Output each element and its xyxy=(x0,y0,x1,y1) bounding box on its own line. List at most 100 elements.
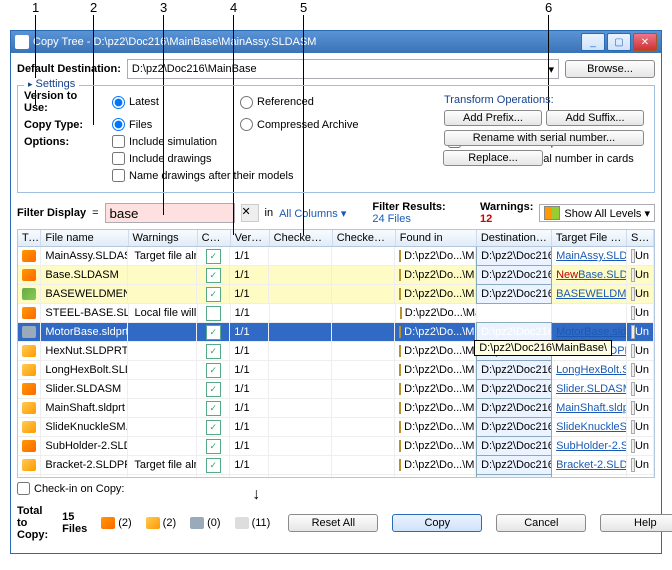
table-row[interactable]: MainAssy.SLDASMTarget file alre...✓1/1D:… xyxy=(18,247,654,266)
target-name-cell[interactable]: SubHolder-2.SLD... xyxy=(552,437,627,455)
table-row[interactable]: Base.SLDASM✓1/1D:\pz2\Do...\MainBaseD:\p… xyxy=(18,266,654,285)
table-row[interactable]: SlideKnuckleSM.sldprt✓1/1D:\pz2\Do...\Ma… xyxy=(18,418,654,437)
browse-button[interactable]: Browse... xyxy=(565,60,655,78)
radio-compressed[interactable]: Compressed Archive xyxy=(240,118,440,131)
state-icon xyxy=(631,344,635,358)
dest-path-cell[interactable]: D:\pz2\Doc216\Main... xyxy=(476,417,552,437)
table-row[interactable]: BASEWELDMENT.SL...✓1/1D:\pz2\Do...\MainB… xyxy=(18,285,654,304)
dest-path-cell[interactable] xyxy=(477,304,552,322)
chk-drawings[interactable]: Include drawings xyxy=(112,152,232,165)
minimize-button[interactable]: _ xyxy=(581,33,605,51)
rename-serial-button[interactable]: Rename with serial number... xyxy=(444,130,644,146)
target-name-cell[interactable]: MotorBase.sldprt xyxy=(552,323,627,341)
target-name-cell[interactable]: Slider.SLDASM xyxy=(552,380,627,398)
maximize-button[interactable]: ▢ xyxy=(607,33,631,51)
copy-checkbox[interactable]: ✓ xyxy=(206,382,221,397)
chk-namedrawings[interactable]: Name drawings after their models xyxy=(112,169,440,182)
dest-input[interactable]: D:\pz2\Doc216\MainBase▾ xyxy=(127,59,559,79)
folder-icon xyxy=(399,250,401,262)
warnings-count: 12 xyxy=(480,213,492,225)
copy-checkbox[interactable]: ✓ xyxy=(206,477,221,478)
table-row[interactable]: Bracket-2.SLDPRTTarget file alre...✓1/1D… xyxy=(18,456,654,475)
dest-path-cell[interactable]: D:\pz2\Doc216\Main... xyxy=(476,455,552,475)
table-row[interactable]: STEEL-BASE.SLDASMLocal file will ...1/1D… xyxy=(18,304,654,323)
titlebar: Copy Tree - D:\pz2\Doc216\MainBase\MainA… xyxy=(11,31,661,53)
dest-path-cell[interactable]: D:\pz2\Doc216\Main... xyxy=(476,247,552,266)
folder-icon xyxy=(399,345,401,357)
dest-path-cell[interactable]: D:\pz2\Doc216\Main... xyxy=(476,398,552,418)
copy-checkbox[interactable]: ✓ xyxy=(206,363,221,378)
radio-latest[interactable]: Latest xyxy=(112,96,232,109)
target-name-cell[interactable]: LongHexBolt.SLD... xyxy=(552,361,627,379)
state-icon xyxy=(631,287,635,301)
dest-path-cell[interactable]: D:\pz2\Doc216\Main... xyxy=(476,474,552,477)
table-row[interactable]: Slider.SLDASM✓1/1D:\pz2\Do...\MainBaseD:… xyxy=(18,380,654,399)
app-icon xyxy=(15,35,29,49)
dest-path-cell[interactable]: D:\pz2\Doc216\Main... xyxy=(476,322,552,342)
state-icon xyxy=(631,306,635,320)
state-icon xyxy=(631,458,635,472)
filter-input[interactable] xyxy=(105,203,235,223)
chk-simulation[interactable]: Include simulation xyxy=(112,135,232,148)
copy-checkbox[interactable]: ✓ xyxy=(206,268,221,283)
dest-path-cell[interactable]: D:\pz2\Doc216\Main... xyxy=(476,360,552,380)
file-type-icon xyxy=(22,383,36,395)
close-button[interactable]: ✕ xyxy=(633,33,657,51)
state-icon xyxy=(631,363,635,377)
target-name-cell[interactable]: MainShaft.sldprt xyxy=(552,399,627,417)
copy-checkbox[interactable]: ✓ xyxy=(206,344,221,359)
target-name-cell[interactable]: NewBase.SLDASM xyxy=(552,266,627,284)
reset-button[interactable]: Reset All xyxy=(288,514,378,532)
copy-checkbox[interactable]: ✓ xyxy=(206,458,221,473)
radio-referenced[interactable]: Referenced xyxy=(240,96,440,109)
filter-display-label: Filter Display xyxy=(17,207,86,219)
filter-results-link[interactable]: 24 Files xyxy=(372,213,411,225)
file-type-icon xyxy=(22,250,36,262)
dest-path-cell[interactable]: D:\pz2\Doc216\Main xyxy=(476,284,552,304)
table-row[interactable]: Bracket.SLDPRTTarget file alre...✓1/1D:\… xyxy=(18,475,654,477)
callout-1: 1 xyxy=(32,0,39,15)
dest-path-cell[interactable]: D:\pz2\Doc216\Main... xyxy=(476,379,552,399)
path-tooltip: D:\pz2\Doc216\MainBase\ xyxy=(474,340,612,356)
add-prefix-button[interactable]: Add Prefix... xyxy=(444,110,542,126)
target-name-cell[interactable]: Bracket-2.SLDPRT xyxy=(552,456,627,474)
add-suffix-button[interactable]: Add Suffix... xyxy=(546,110,644,126)
dest-path-cell[interactable]: D:\pz2\Doc216\Main... xyxy=(476,265,552,285)
copy-checkbox[interactable]: ✓ xyxy=(206,325,221,340)
table-row[interactable]: SubHolder-2.SLDASM✓1/1D:\pz2\Do...\MainB… xyxy=(18,437,654,456)
copy-checkbox[interactable]: ✓ xyxy=(206,439,221,454)
file-type-icon xyxy=(22,288,36,300)
warnings-label: Warnings: xyxy=(480,201,533,213)
replace-button[interactable]: Replace... xyxy=(443,150,543,166)
show-levels-dropdown[interactable]: Show All Levels ▾ xyxy=(539,204,655,222)
help-button[interactable]: Help xyxy=(600,514,672,532)
file-type-icon xyxy=(22,364,36,376)
copy-checkbox[interactable]: ✓ xyxy=(206,420,221,435)
state-icon xyxy=(631,268,635,282)
table-row[interactable]: LongHexBolt.SLDPRT✓1/1D:\pz2\Do...\MainB… xyxy=(18,361,654,380)
clear-filter-icon[interactable]: ✕ xyxy=(241,204,259,222)
total-files: 15 Files xyxy=(62,511,87,535)
dest-path-cell[interactable]: D:\pz2\Doc216\Main... xyxy=(476,436,552,456)
checkin-checkbox[interactable]: Check-in on Copy: xyxy=(17,482,125,495)
target-name-cell[interactable]: SlideKnuckleSM.sl... xyxy=(552,418,627,436)
copy-checkbox[interactable]: ✓ xyxy=(206,401,221,416)
callout-3: 3 xyxy=(160,0,167,15)
callout-2: 2 xyxy=(90,0,97,15)
target-name-cell[interactable]: Bracket.SLDPRT xyxy=(552,475,627,477)
file-type-icon xyxy=(22,269,36,281)
target-name-cell[interactable] xyxy=(552,304,627,322)
cancel-button[interactable]: Cancel xyxy=(496,514,586,532)
copy-button[interactable]: Copy xyxy=(392,514,482,532)
copy-checkbox[interactable]: ✓ xyxy=(206,287,221,302)
target-name-cell[interactable]: MainAssy.SLDASM xyxy=(552,247,627,265)
copy-checkbox[interactable] xyxy=(206,306,221,321)
state-icon xyxy=(631,382,635,396)
table-row[interactable]: MainShaft.sldprt✓1/1D:\pz2\Do...\MainBas… xyxy=(18,399,654,418)
folder-icon xyxy=(399,269,401,281)
radio-files[interactable]: Files xyxy=(112,118,232,131)
target-name-cell[interactable]: BASEWELDMENT... xyxy=(552,285,627,303)
copy-checkbox[interactable]: ✓ xyxy=(206,249,221,264)
folder-icon xyxy=(400,307,402,319)
filter-columns[interactable]: All Columns ▾ xyxy=(279,207,346,220)
